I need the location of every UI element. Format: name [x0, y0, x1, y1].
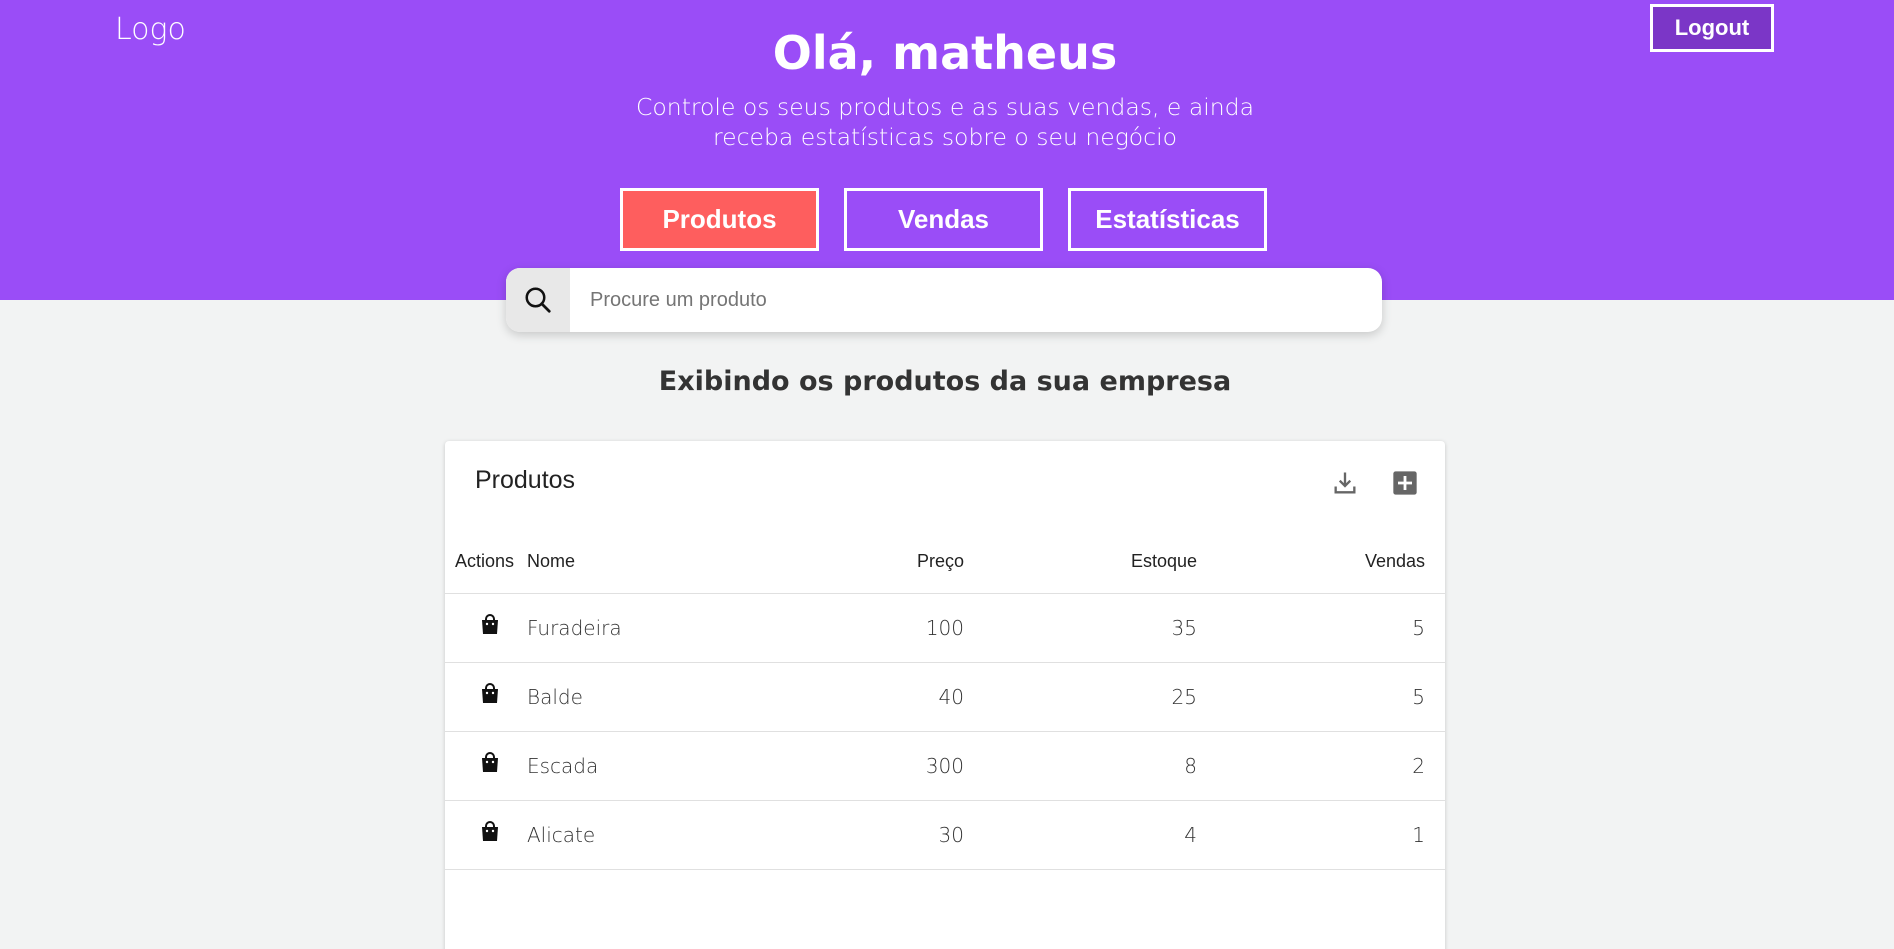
page-title: Olá, matheus [772, 26, 1118, 80]
column-header-estoque[interactable]: Estoque [964, 531, 1197, 594]
cell-nome: Escada [525, 731, 775, 801]
tab-produtos[interactable]: Produtos [620, 188, 819, 251]
nav-tabs: Produtos Vendas Estatísticas [620, 188, 1267, 251]
cell-nome: Balde [525, 662, 775, 732]
row-action-button[interactable] [445, 662, 525, 732]
shopping-bag-icon [482, 752, 498, 772]
shopping-bag-icon [482, 614, 498, 634]
row-action-button[interactable] [445, 731, 525, 801]
table-row: Alicate 30 4 1 [445, 800, 1445, 870]
cell-nome: Furadeira [525, 593, 775, 663]
cell-vendas: 5 [1197, 593, 1445, 663]
products-table: Actions Nome Preço Estoque Vendas Furade… [445, 531, 1445, 870]
column-header-nome[interactable]: Nome [525, 531, 775, 594]
cell-estoque: 8 [964, 731, 1197, 801]
cell-nome: Alicate [525, 800, 775, 870]
table-row: Escada 300 8 2 [445, 731, 1445, 801]
row-action-button[interactable] [445, 800, 525, 870]
shopping-bag-icon [482, 683, 498, 703]
shopping-bag-icon [482, 821, 498, 841]
search-icon [525, 287, 551, 313]
cell-estoque: 4 [964, 800, 1197, 870]
cell-preco: 100 [775, 593, 964, 663]
row-action-button[interactable] [445, 593, 525, 663]
table-toolbar [1327, 465, 1423, 501]
section-title: Exibindo os produtos da sua empresa [658, 366, 1232, 397]
products-table-card: Produtos Actions Nome Preço Estoque Vend… [445, 441, 1445, 949]
cell-vendas: 1 [1197, 800, 1445, 870]
table-header-row: Actions Nome Preço Estoque Vendas [445, 531, 1445, 594]
search-button[interactable] [506, 268, 570, 332]
table-row: Balde 40 25 5 [445, 662, 1445, 732]
table-title: Produtos [475, 466, 576, 494]
page-subtitle: Controle os seus produtos e as suas vend… [636, 93, 1254, 151]
column-header-vendas[interactable]: Vendas [1197, 531, 1445, 594]
search-bar [506, 268, 1382, 332]
cell-preco: 30 [775, 800, 964, 870]
add-box-icon [1393, 471, 1417, 495]
cell-vendas: 2 [1197, 731, 1445, 801]
download-icon [1334, 472, 1356, 494]
cell-estoque: 25 [964, 662, 1197, 732]
cell-vendas: 5 [1197, 662, 1445, 732]
table-row: Furadeira 100 35 5 [445, 593, 1445, 663]
cell-preco: 300 [775, 731, 964, 801]
column-header-preco[interactable]: Preço [775, 531, 964, 594]
column-header-actions[interactable]: Actions [445, 531, 525, 594]
cell-preco: 40 [775, 662, 964, 732]
tab-vendas[interactable]: Vendas [844, 188, 1043, 251]
search-input[interactable] [570, 268, 1382, 332]
cell-estoque: 35 [964, 593, 1197, 663]
export-button[interactable] [1327, 465, 1363, 501]
tab-estatisticas[interactable]: Estatísticas [1068, 188, 1267, 251]
add-product-button[interactable] [1387, 465, 1423, 501]
